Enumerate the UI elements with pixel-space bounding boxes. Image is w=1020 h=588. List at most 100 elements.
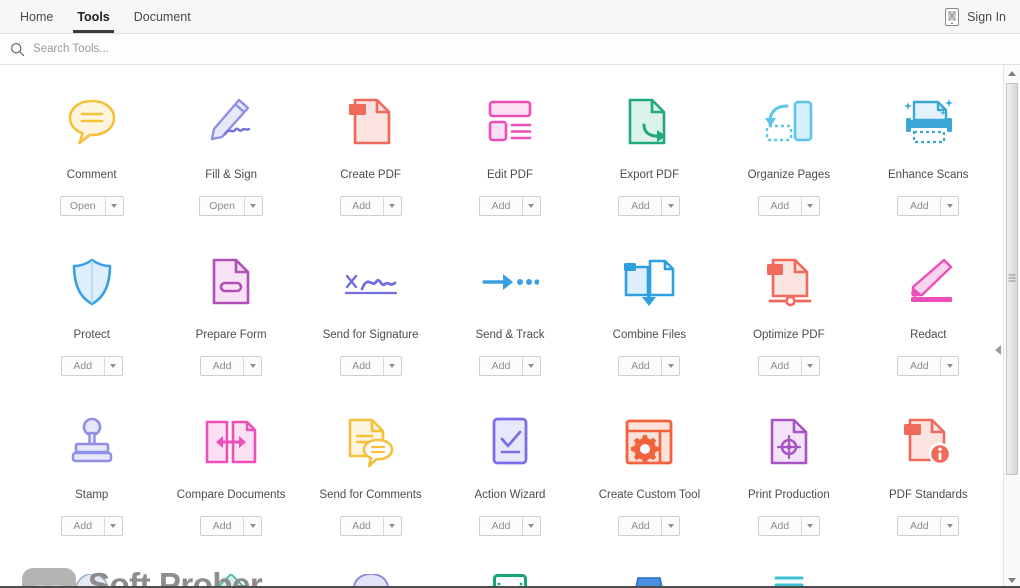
tool-action-button[interactable]: Add bbox=[618, 355, 681, 376]
chevron-down-icon[interactable] bbox=[521, 196, 540, 215]
tool-action-label: Add bbox=[491, 519, 511, 532]
tool-action-button[interactable]: Add bbox=[339, 515, 402, 536]
tool-card-stamp[interactable]: Stamp Add bbox=[22, 403, 161, 563]
panel-collapse-arrow-icon[interactable] bbox=[995, 345, 1001, 355]
tool-action-label: Add bbox=[73, 359, 93, 372]
chevron-down-icon[interactable] bbox=[103, 356, 122, 375]
chevron-down-icon[interactable] bbox=[104, 196, 123, 215]
chevron-down-icon[interactable] bbox=[382, 196, 401, 215]
tool-card-fill-and-sign[interactable]: Fill & Sign Open bbox=[161, 83, 300, 243]
chevron-down-icon[interactable] bbox=[382, 516, 401, 535]
tool-card-send-for-comments[interactable]: Send for Comments Add bbox=[301, 403, 440, 563]
tool-card-protect[interactable]: Protect Add bbox=[22, 243, 161, 403]
tool-action-button[interactable]: Add bbox=[60, 515, 123, 536]
tool-action-label: Add bbox=[770, 519, 790, 532]
chevron-down-icon[interactable] bbox=[940, 196, 958, 215]
tool-card-comment[interactable]: Comment Open bbox=[22, 83, 161, 243]
tool-label: Export PDF bbox=[619, 169, 680, 181]
chevron-down-icon[interactable] bbox=[243, 356, 261, 375]
tool-action-button[interactable]: Add bbox=[757, 195, 820, 216]
tool-action-button[interactable]: Open bbox=[59, 195, 124, 216]
chevron-down-icon[interactable] bbox=[940, 516, 958, 535]
menu-tab-home[interactable]: Home bbox=[8, 0, 65, 33]
chevron-down-icon[interactable] bbox=[800, 356, 819, 375]
tool-card-export-pdf[interactable]: Export PDF Add bbox=[580, 83, 719, 243]
tool-label: Create Custom Tool bbox=[598, 489, 701, 501]
menubar-right-group: Sign In bbox=[945, 0, 1020, 33]
tool-action-label: Open bbox=[209, 199, 235, 212]
tool-card-redact[interactable]: Redact Add bbox=[859, 243, 998, 403]
chevron-down-icon[interactable] bbox=[661, 356, 679, 375]
tool-action-button[interactable]: Add bbox=[60, 355, 123, 376]
chevron-down-icon[interactable] bbox=[243, 516, 261, 535]
stamp-icon bbox=[61, 413, 123, 471]
document-plus-icon bbox=[340, 93, 402, 151]
tool-action-button[interactable]: Add bbox=[897, 515, 960, 536]
tool-label: Organize Pages bbox=[747, 169, 831, 181]
tool-action-button[interactable]: Add bbox=[200, 515, 263, 536]
chevron-down-icon[interactable] bbox=[382, 356, 401, 375]
tool-label: Prepare Form bbox=[195, 329, 267, 341]
tool-action-button[interactable]: Add bbox=[897, 355, 960, 376]
chevron-down-icon[interactable] bbox=[103, 516, 122, 535]
chevron-down-icon[interactable] bbox=[800, 196, 819, 215]
tool-label: Action Wizard bbox=[474, 489, 546, 501]
top-menu-bar: Home Tools Document Sign In bbox=[0, 0, 1020, 34]
chevron-down-icon[interactable] bbox=[243, 196, 262, 215]
chevron-down-icon[interactable] bbox=[521, 516, 540, 535]
tool-card-combine-files[interactable]: Combine Files Add bbox=[580, 243, 719, 403]
chevron-down-icon[interactable] bbox=[800, 516, 819, 535]
chevron-down-icon[interactable] bbox=[521, 356, 540, 375]
menu-tab-tools[interactable]: Tools bbox=[65, 0, 121, 33]
chevron-down-icon[interactable] bbox=[661, 196, 679, 215]
chevron-down-icon[interactable] bbox=[940, 356, 958, 375]
sign-in-button[interactable]: Sign In bbox=[967, 10, 1006, 24]
menu-tab-document[interactable]: Document bbox=[122, 0, 203, 33]
tool-card-edit-pdf[interactable]: Edit PDF Add bbox=[440, 83, 579, 243]
compare-docs-icon bbox=[200, 413, 262, 471]
tool-action-label: Add bbox=[212, 519, 232, 532]
tool-action-button[interactable]: Add bbox=[757, 355, 820, 376]
document-arrow-icon bbox=[618, 93, 680, 151]
tool-action-button[interactable]: Add bbox=[339, 355, 402, 376]
tool-label: Enhance Scans bbox=[888, 169, 969, 181]
chevron-down-icon[interactable] bbox=[661, 516, 679, 535]
tool-action-button[interactable]: Add bbox=[478, 515, 541, 536]
tool-action-button[interactable]: Add bbox=[618, 195, 681, 216]
tool-card-send-for-signature[interactable]: Send for Signature Add bbox=[301, 243, 440, 403]
tool-card-create-custom-tool[interactable]: Create Custom Tool Add bbox=[580, 403, 719, 563]
tool-label: Send & Track bbox=[475, 329, 545, 341]
tool-action-button[interactable]: Open bbox=[199, 195, 263, 216]
tool-action-button[interactable]: Add bbox=[757, 515, 820, 536]
tool-action-button[interactable]: Add bbox=[618, 515, 681, 536]
tool-label: Compare Documents bbox=[176, 489, 286, 501]
tool-card-prepare-form[interactable]: Prepare Form Add bbox=[161, 243, 300, 403]
scroll-up-arrow-icon[interactable] bbox=[1004, 65, 1020, 81]
tool-card-pdf-standards[interactable]: PDF Standards Add bbox=[859, 403, 998, 563]
scroll-thumb[interactable] bbox=[1006, 83, 1018, 475]
search-bar bbox=[0, 34, 1020, 65]
tool-action-label: Add bbox=[491, 199, 511, 212]
tool-card-print-production[interactable]: Print Production Add bbox=[719, 403, 858, 563]
tool-card-optimize-pdf[interactable]: Optimize PDF Add bbox=[719, 243, 858, 403]
tool-action-button[interactable]: Add bbox=[200, 355, 263, 376]
tool-card-organize-pages[interactable]: Organize Pages Add bbox=[719, 83, 858, 243]
search-input[interactable] bbox=[33, 43, 313, 55]
tool-action-button[interactable]: Add bbox=[897, 195, 960, 216]
tool-label: Optimize PDF bbox=[753, 329, 825, 341]
tool-action-label: Open bbox=[69, 199, 96, 212]
tool-card-send-and-track[interactable]: Send & Track Add bbox=[440, 243, 579, 403]
tool-action-label: Add bbox=[352, 519, 371, 532]
mobile-device-icon[interactable] bbox=[945, 7, 960, 26]
rotate-page-icon bbox=[758, 93, 820, 151]
tool-action-button[interactable]: Add bbox=[478, 355, 541, 376]
tool-action-button[interactable]: Add bbox=[478, 195, 541, 216]
tool-card-compare-documents[interactable]: Compare Documents Add bbox=[161, 403, 300, 563]
tool-action-button[interactable]: Add bbox=[339, 195, 402, 216]
tool-card-enhance-scans[interactable]: Enhance Scans Add bbox=[859, 83, 998, 243]
vertical-scrollbar[interactable] bbox=[995, 65, 1020, 588]
tool-action-label: Add bbox=[491, 359, 511, 372]
tool-card-create-pdf[interactable]: Create PDF Add bbox=[301, 83, 440, 243]
checkbox-wizard-icon bbox=[479, 413, 541, 471]
tool-card-action-wizard[interactable]: Action Wizard Add bbox=[440, 403, 579, 563]
